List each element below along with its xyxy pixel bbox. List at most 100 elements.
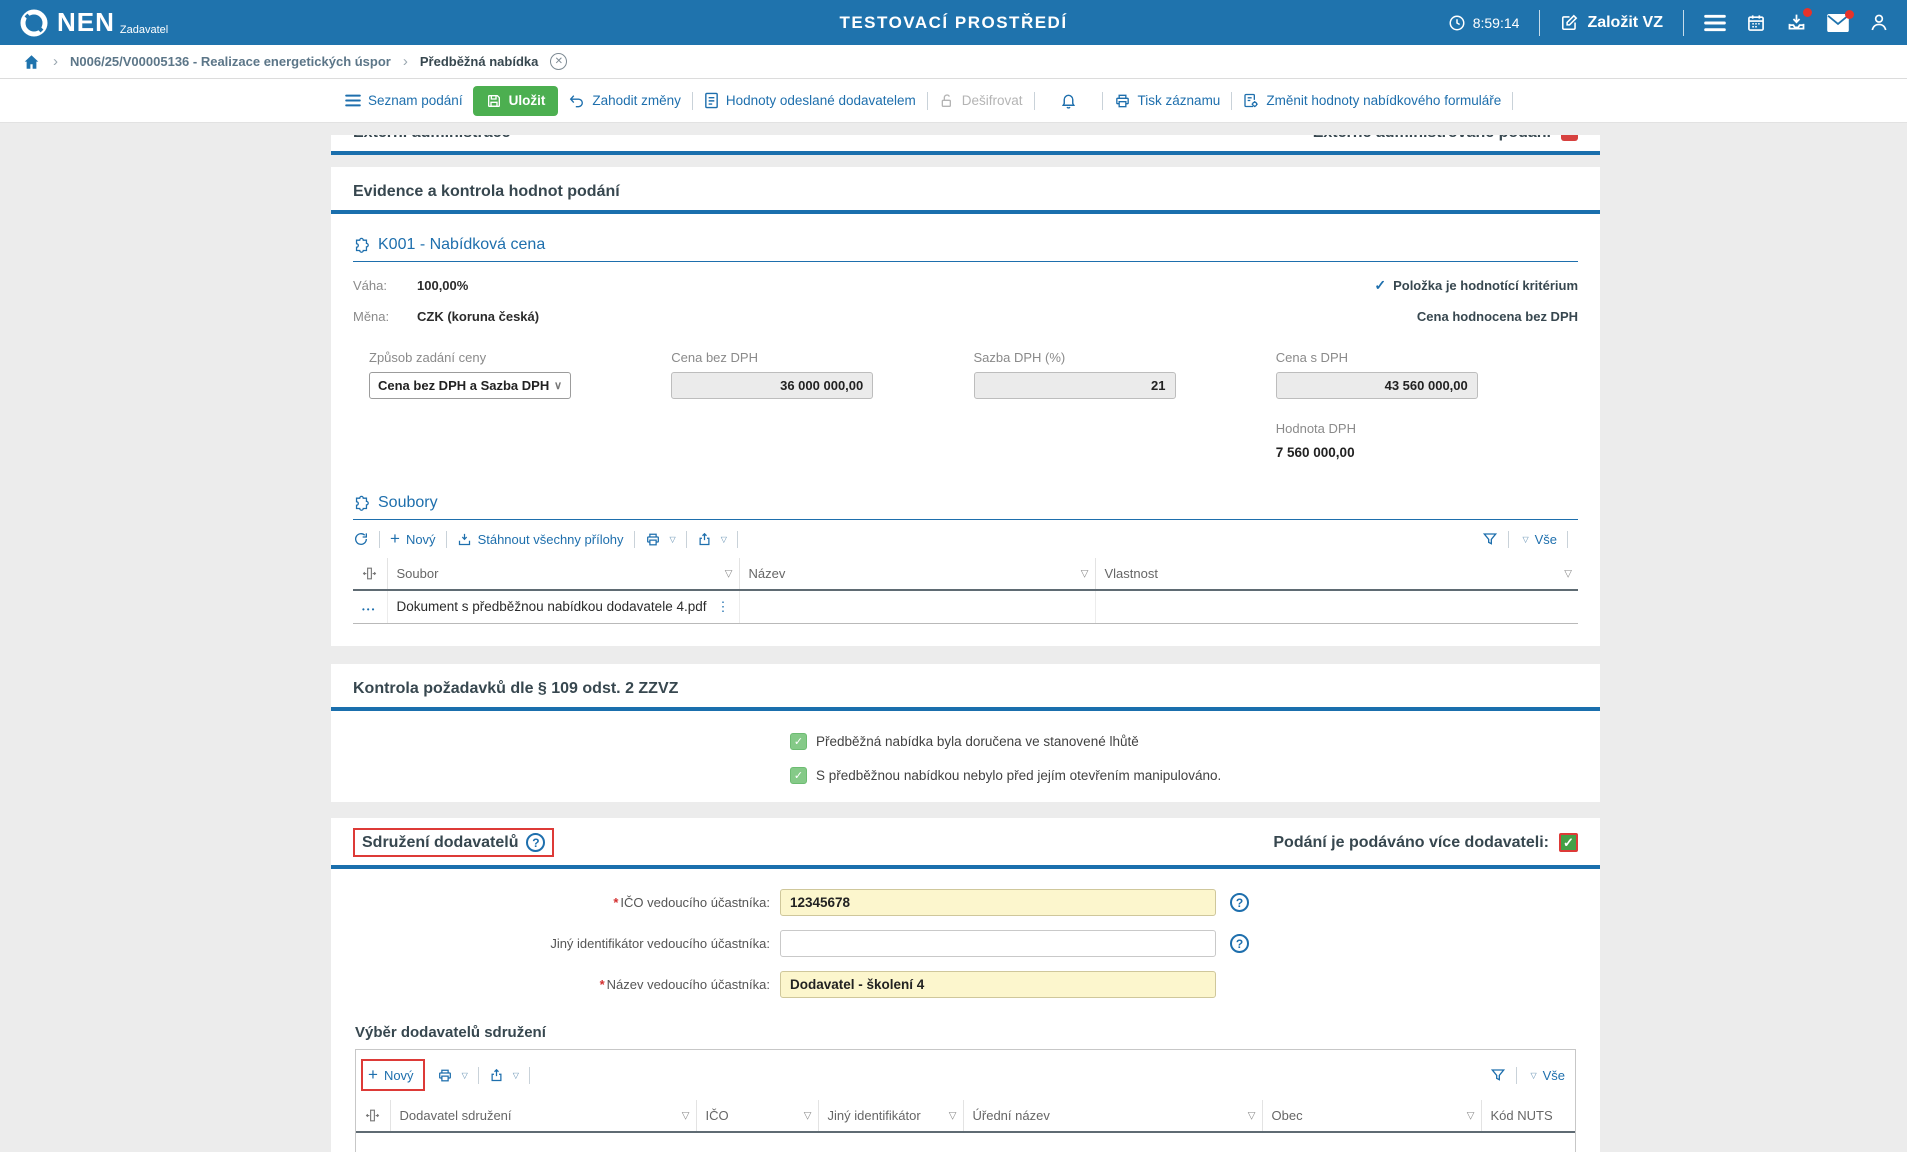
download-all-label: Stáhnout všechny přílohy <box>478 532 624 547</box>
change-form-values-button[interactable]: Změnit hodnoty nabídkového formuláře <box>1243 92 1501 109</box>
external-admin-red-checkbox[interactable] <box>1561 135 1578 141</box>
puzzle-icon <box>353 495 370 512</box>
divider <box>1512 92 1513 110</box>
home-icon[interactable] <box>22 53 41 71</box>
files-col-soubor[interactable]: Soubor▽ <box>387 558 739 590</box>
sazba-input[interactable] <box>974 372 1176 399</box>
breadcrumb-procurement[interactable]: N006/25/V00005136 - Realizace energetick… <box>70 54 391 69</box>
inbox-button[interactable] <box>1786 12 1807 33</box>
check-icon: ✓ <box>794 769 803 782</box>
menu-button[interactable] <box>1704 14 1726 32</box>
calendar-button[interactable] <box>1746 13 1766 33</box>
filter-button[interactable] <box>1490 1067 1506 1083</box>
suppliers-col-uredni[interactable]: Úřední název▽ <box>963 1100 1262 1132</box>
files-table: Soubor▽ Název▽ Vlastnost▽ ••• Dokument s… <box>353 558 1578 624</box>
print-list-button[interactable]: ▽ <box>437 1068 468 1083</box>
subsection-rule <box>353 261 1578 262</box>
kontrola-section: Kontrola požadavků dle § 109 odst. 2 ZZV… <box>331 664 1600 802</box>
new-supplier-button[interactable]: + Nový <box>361 1059 425 1091</box>
divider <box>1539 10 1540 36</box>
user-button[interactable] <box>1869 12 1889 33</box>
section-rule <box>331 707 1600 711</box>
suppliers-col-dodavatel[interactable]: Dodavatel sdružení▽ <box>390 1100 696 1132</box>
column-config-button[interactable] <box>353 558 387 590</box>
view-all-button[interactable]: ▽ Vše <box>1527 1068 1565 1083</box>
divider <box>686 531 687 548</box>
suppliers-list-panel: + Nový ▽ ▽ <box>355 1049 1576 1152</box>
soubory-header[interactable]: Soubory <box>353 494 1578 519</box>
caret-icon: ▽ <box>513 1071 519 1080</box>
download-all-button[interactable]: Stáhnout všechny přílohy <box>457 532 624 547</box>
help-icon[interactable]: ? <box>526 833 545 852</box>
view-all-label: Vše <box>1535 532 1557 547</box>
view-all-label: Vše <box>1543 1068 1565 1083</box>
help-icon[interactable]: ? <box>1230 893 1249 912</box>
decrypt-button[interactable]: Dešifrovat <box>939 93 1023 109</box>
print-record-button[interactable]: Tisk záznamu <box>1114 93 1221 109</box>
help-icon[interactable]: ? <box>1230 934 1249 953</box>
discard-changes-button[interactable]: Zahodit změny <box>568 93 681 108</box>
kebab-menu-icon[interactable]: ⋮ <box>717 599 730 615</box>
cena-s-input[interactable] <box>1276 372 1478 399</box>
messages-button[interactable] <box>1827 14 1849 32</box>
create-vz-button[interactable]: Založit VZ <box>1560 13 1663 32</box>
nazev-input[interactable] <box>780 971 1216 998</box>
filter-caret-icon[interactable]: ▽ <box>949 1110 957 1121</box>
sazba-label: Sazba DPH (%) <box>974 350 1276 365</box>
printer-icon <box>1114 93 1131 109</box>
divider <box>1508 531 1509 548</box>
column-config-button[interactable] <box>356 1100 390 1132</box>
notifications-button[interactable] <box>1046 92 1091 110</box>
chevron-icon: › <box>53 53 58 70</box>
filter-caret-icon[interactable]: ▽ <box>804 1110 812 1121</box>
delivered-checkbox[interactable]: ✓ <box>790 733 807 750</box>
filter-caret-icon[interactable]: ▽ <box>1564 568 1572 579</box>
suppliers-col-nuts[interactable]: Kód NUTS <box>1481 1100 1575 1132</box>
save-button[interactable]: Uložit <box>473 86 559 116</box>
zpusob-select[interactable]: Cena bez DPH a Sazba DPH ∨ <box>369 372 571 399</box>
refresh-button[interactable] <box>353 531 369 547</box>
user-icon <box>1869 12 1889 33</box>
jiny-input[interactable] <box>780 930 1216 957</box>
zpusob-label: Způsob zadání ceny <box>369 350 671 365</box>
suppliers-col-obec[interactable]: Obec▽ <box>1262 1100 1481 1132</box>
suppliers-col-ico[interactable]: IČO▽ <box>696 1100 818 1132</box>
nen-logo[interactable]: NEN Zadavatel <box>18 7 168 39</box>
not-manipulated-checkbox[interactable]: ✓ <box>790 767 807 784</box>
k001-header[interactable]: K001 - Nabídková cena <box>353 236 1578 261</box>
files-col-vlastnost[interactable]: Vlastnost▽ <box>1095 558 1578 590</box>
view-all-button[interactable]: ▽ Vše <box>1519 532 1557 547</box>
cena-bez-input[interactable] <box>671 372 873 399</box>
filter-caret-icon[interactable]: ▽ <box>1081 568 1089 579</box>
files-col-nazev[interactable]: Název▽ <box>739 558 1095 590</box>
multi-supplier-checkbox[interactable]: ✓ <box>1559 833 1578 852</box>
file-name[interactable]: Dokument s předběžnou nabídkou dodavatel… <box>397 599 707 614</box>
sdruzeni-title-annotated: Sdružení dodavatelů ? <box>353 828 554 857</box>
messages-badge <box>1845 10 1854 19</box>
divider <box>737 531 738 548</box>
row-options-icon[interactable]: ••• <box>362 605 376 614</box>
filter-caret-icon[interactable]: ▽ <box>1467 1110 1475 1121</box>
close-tab-icon[interactable]: ✕ <box>550 53 567 70</box>
filter-caret-icon[interactable]: ▽ <box>725 568 733 579</box>
check-icon: ✓ <box>1374 277 1386 294</box>
filter-caret-icon[interactable]: ▽ <box>682 1110 690 1121</box>
new-file-button[interactable]: + Nový <box>390 529 436 549</box>
divider <box>1034 92 1035 110</box>
check-icon: ✓ <box>794 735 803 748</box>
supplier-values-button[interactable]: Hodnoty odeslané dodavatelem <box>704 92 916 109</box>
filter-caret-icon[interactable]: ▽ <box>1248 1110 1256 1121</box>
suppliers-col-jiny[interactable]: Jiný identifikátor▽ <box>818 1100 963 1132</box>
plus-icon: + <box>368 1065 378 1085</box>
vyber-title: Výběr dodavatelů sdružení <box>355 1024 1576 1041</box>
file-row[interactable]: ••• Dokument s předběžnou nabídkou dodav… <box>353 590 1578 624</box>
export-button[interactable]: ▽ <box>489 1068 519 1083</box>
seznam-podani-button[interactable]: Seznam podání <box>345 93 463 108</box>
ico-input[interactable] <box>780 889 1216 916</box>
breadcrumb: › N006/25/V00005136 - Realizace energeti… <box>0 45 1907 79</box>
export-button[interactable]: ▽ <box>697 532 727 547</box>
hamburger-icon <box>1704 14 1726 32</box>
print-list-button[interactable]: ▽ <box>645 532 676 547</box>
filter-button[interactable] <box>1482 531 1498 547</box>
bell-icon <box>1060 92 1077 110</box>
